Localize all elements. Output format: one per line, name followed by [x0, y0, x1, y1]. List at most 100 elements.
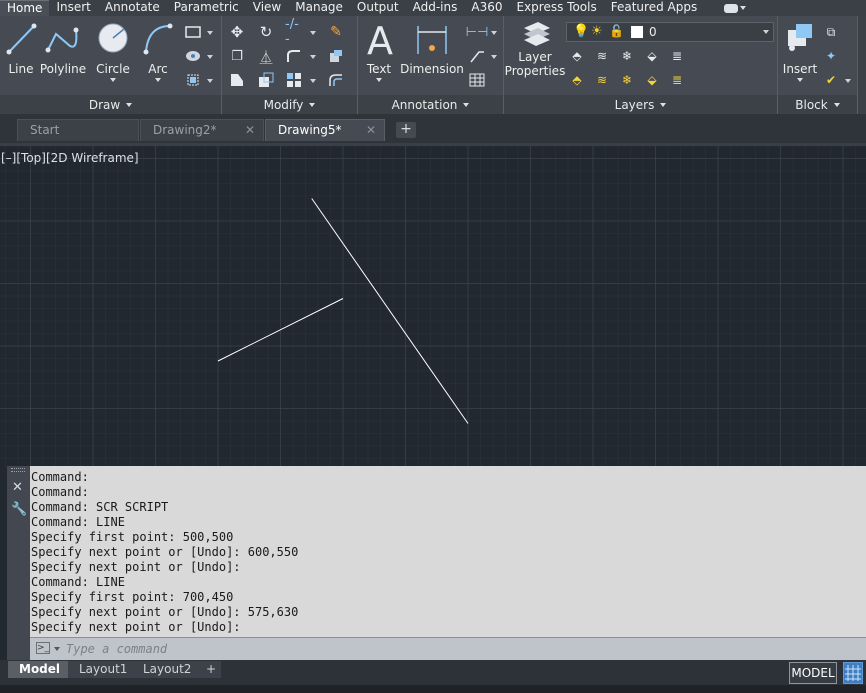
doc-tab-drawing5[interactable]: Drawing5* ✕: [265, 119, 385, 141]
chevron-down-icon[interactable]: [54, 647, 60, 651]
copy-button[interactable]: ❐: [228, 47, 246, 65]
trim-button[interactable]: -/--: [285, 17, 303, 47]
chevron-down-icon[interactable]: [207, 55, 213, 59]
layer-tool-2[interactable]: ≋: [593, 47, 611, 65]
insert-block-button[interactable]: Insert: [780, 16, 820, 82]
table-button[interactable]: [468, 71, 486, 89]
model-space-button[interactable]: MODEL: [789, 662, 837, 684]
erase-button[interactable]: ✎: [327, 23, 345, 41]
hatch-button[interactable]: [184, 47, 202, 65]
draw-panel-title[interactable]: Draw: [0, 95, 221, 114]
tab-insert[interactable]: Insert: [49, 0, 97, 16]
drawing-viewport[interactable]: [–][Top][2D Wireframe]: [0, 146, 866, 468]
layer-lock-icon: ⬙: [647, 49, 657, 63]
layer-tool-1[interactable]: ⬘: [568, 47, 586, 65]
layer-tool-6[interactable]: ⬘: [568, 71, 586, 89]
layers-panel-title[interactable]: Layers: [504, 95, 777, 114]
draw-panel-label: Draw: [88, 97, 121, 112]
chevron-down-icon: [833, 102, 840, 107]
move-button[interactable]: ✥: [228, 23, 246, 41]
edit-block-button[interactable]: ✦: [822, 47, 840, 65]
tab-output[interactable]: Output: [350, 0, 406, 16]
command-prompt-icon[interactable]: >_: [36, 642, 50, 654]
leader-button[interactable]: [468, 47, 486, 65]
create-block-button[interactable]: ⧉: [822, 23, 840, 41]
plus-icon: +: [206, 662, 217, 676]
new-tab-button[interactable]: +: [396, 122, 416, 138]
command-input[interactable]: [66, 641, 766, 657]
chevron-down-icon[interactable]: [207, 79, 213, 83]
modify-panel-title[interactable]: Modify: [222, 95, 357, 114]
rotate-button[interactable]: ↻: [257, 23, 275, 41]
chevron-down-icon: [463, 102, 470, 107]
layer-tool-10[interactable]: ≣: [668, 71, 686, 89]
layer-tool-8[interactable]: ❄: [618, 71, 636, 89]
tab-view[interactable]: View: [246, 0, 288, 16]
layer-tool-5[interactable]: ≣: [668, 47, 686, 65]
chevron-down-icon: [309, 102, 316, 107]
tab-manage[interactable]: Manage: [288, 0, 350, 16]
command-history-line: Specify next point or [Undo]: 600,550: [31, 545, 299, 559]
fillet-icon: [287, 50, 300, 62]
close-icon[interactable]: ✕: [12, 480, 23, 495]
annotation-panel-title[interactable]: Annotation: [358, 95, 503, 114]
edit-attributes-button[interactable]: ✔: [822, 71, 840, 89]
layer-tool-4[interactable]: ⬙: [643, 47, 661, 65]
tab-a360[interactable]: A360: [464, 0, 509, 16]
chevron-down-icon[interactable]: [310, 31, 316, 35]
boundary-button[interactable]: [184, 71, 202, 89]
wrench-icon[interactable]: 🔧: [11, 502, 27, 517]
array-button[interactable]: [285, 71, 303, 89]
close-icon[interactable]: ✕: [245, 120, 255, 140]
ribbon-options-button[interactable]: [724, 0, 747, 16]
chevron-down-icon[interactable]: [310, 55, 316, 59]
doc-tab-drawing2[interactable]: Drawing2* ✕: [140, 119, 264, 141]
layer-tool-3[interactable]: ❄: [618, 47, 636, 65]
dimension-button[interactable]: Dimension: [400, 16, 464, 76]
chevron-down-icon[interactable]: [310, 79, 316, 83]
doc-tab-start[interactable]: Start: [17, 119, 139, 141]
line-button[interactable]: Line: [4, 16, 38, 76]
circle-button[interactable]: Circle: [94, 16, 132, 82]
scale-button[interactable]: [257, 71, 275, 89]
chevron-down-icon[interactable]: [207, 31, 213, 35]
tab-express-tools[interactable]: Express Tools: [510, 0, 604, 16]
tab-add-ins[interactable]: Add-ins: [406, 0, 465, 16]
text-button[interactable]: A Text: [364, 16, 394, 82]
add-layout-button[interactable]: +: [201, 661, 222, 678]
fillet-button[interactable]: [285, 47, 303, 65]
polyline-button[interactable]: Polyline: [40, 16, 86, 76]
drawn-line-1[interactable]: [217, 298, 344, 362]
layer-dropdown[interactable]: 💡 ☀ 🔓 0: [566, 22, 774, 42]
layer-tool-7[interactable]: ≋: [593, 71, 611, 89]
mirror-button[interactable]: ⏅: [257, 47, 275, 66]
tab-annotate[interactable]: Annotate: [98, 0, 167, 16]
chevron-down-icon[interactable]: [845, 79, 851, 83]
edit-attributes-icon: ✔: [825, 73, 837, 87]
drag-handle[interactable]: [11, 468, 25, 472]
explode-button[interactable]: [327, 47, 345, 65]
layer-stack-icon: ≣: [671, 49, 683, 63]
tab-home[interactable]: Home: [0, 0, 50, 16]
offset-button[interactable]: [327, 71, 345, 89]
layout-tab-layout2[interactable]: Layout2: [132, 661, 203, 678]
chevron-down-icon[interactable]: [491, 55, 497, 59]
layer-properties-button[interactable]: Layer Properties: [505, 16, 565, 78]
rectangle-button[interactable]: [184, 23, 202, 41]
close-icon[interactable]: ✕: [366, 120, 376, 140]
block-panel-title[interactable]: Block: [778, 95, 857, 114]
layer-tool-9[interactable]: ⬙: [643, 71, 661, 89]
tab-featured-apps[interactable]: Featured Apps: [604, 0, 704, 16]
doc-tab-label: Drawing2*: [153, 123, 217, 137]
linear-dimension-button[interactable]: ⊢⊣: [466, 23, 489, 41]
arc-button[interactable]: Arc: [140, 16, 176, 82]
stretch-button[interactable]: [228, 71, 246, 89]
annotation-panel: A Text Dimension ⊢⊣ Annotation: [358, 16, 504, 114]
tab-parametric[interactable]: Parametric: [167, 0, 246, 16]
drawn-line-2[interactable]: [311, 198, 469, 424]
chevron-down-icon[interactable]: [491, 31, 497, 35]
layout-tab-model[interactable]: Model: [8, 661, 72, 678]
chevron-down-icon: [763, 30, 769, 34]
layout-tab-layout1[interactable]: Layout1: [68, 661, 139, 678]
grid-toggle-button[interactable]: [843, 662, 863, 684]
